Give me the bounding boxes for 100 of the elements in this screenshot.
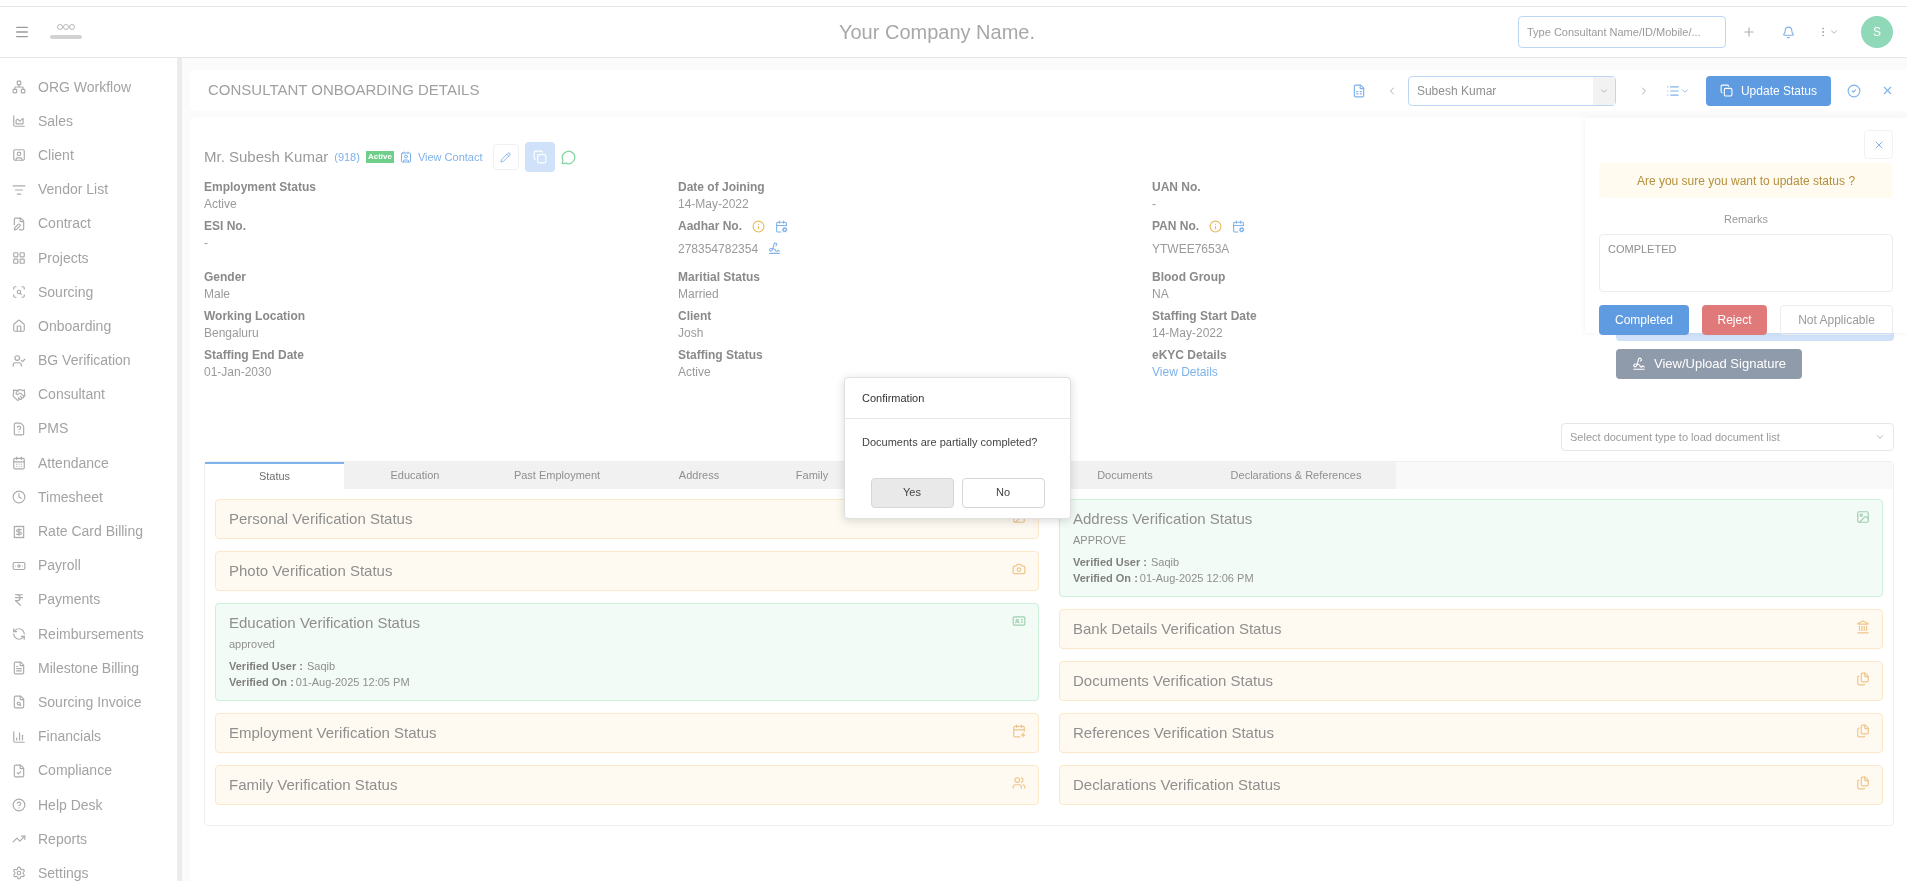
sidebar-item[interactable]: ORG Workflow: [12, 70, 177, 105]
add-icon[interactable]: [1742, 25, 1756, 39]
document-type-select[interactable]: Select document type to load document list: [1561, 423, 1894, 451]
spreadsheet-icon[interactable]: [1351, 83, 1366, 98]
sidebar-item[interactable]: Compliance: [12, 753, 177, 788]
menu-icon[interactable]: [14, 24, 30, 40]
field-label: Employment Status: [204, 179, 317, 196]
document-icon: [12, 661, 26, 676]
edit-button[interactable]: [492, 144, 519, 170]
sidebar-item[interactable]: Attendance: [12, 446, 177, 481]
info-icon[interactable]: [1209, 219, 1223, 233]
documents-icon: [1856, 723, 1870, 738]
sidebar-item[interactable]: Contract: [12, 206, 177, 241]
pencil-icon: [500, 151, 512, 163]
status-option-button[interactable]: Not Applicable: [1780, 304, 1893, 335]
consultant-select[interactable]: Subesh Kumar: [1407, 75, 1616, 106]
sidebar-item[interactable]: Rate Card Billing: [12, 514, 177, 549]
tab[interactable]: Education: [344, 462, 486, 489]
info-icon[interactable]: [752, 219, 765, 233]
card-title: Education Verification Status: [229, 613, 420, 633]
field-label: eKYC Details: [1152, 347, 1227, 364]
list-icon: [1665, 83, 1680, 98]
update-status-button[interactable]: Update Status: [1705, 75, 1831, 106]
field-value: YTWEE7653A: [1152, 240, 1230, 258]
tab[interactable]: Past Employment: [486, 462, 628, 489]
field-label: Blood Group: [1152, 269, 1226, 286]
calendar-icon: [1012, 723, 1026, 738]
sidebar-item[interactable]: Projects: [12, 240, 177, 276]
clock-icon: [12, 490, 26, 505]
verified-on-label: Verified On :: [229, 675, 294, 690]
sidebar-item[interactable]: Sourcing: [12, 275, 177, 310]
tab[interactable]: Status: [205, 462, 344, 489]
signature-icon: [1632, 357, 1646, 371]
sidebar-item[interactable]: Payments: [12, 582, 177, 617]
verified-user: Saqib: [307, 658, 336, 674]
sidebar-item[interactable]: Settings: [12, 856, 177, 881]
bar-chart-icon: [12, 729, 26, 744]
chat-icon[interactable]: [560, 149, 576, 165]
field-label: Maritial Status: [678, 269, 761, 286]
sidebar-item[interactable]: Payroll: [12, 548, 177, 583]
document-question-icon: [12, 421, 26, 436]
tab[interactable]: Address: [628, 462, 770, 489]
sidebar-item[interactable]: Sourcing Invoice: [12, 685, 177, 720]
sidebar-item[interactable]: Vendor List: [12, 172, 177, 207]
signature-icon[interactable]: [768, 242, 782, 255]
copy-button[interactable]: [524, 142, 555, 172]
field-value: Male: [204, 285, 230, 303]
field-value: 01-Jan-2030: [204, 363, 272, 381]
copy-icon: [532, 150, 547, 164]
sidebar-item[interactable]: Consultant: [12, 377, 177, 412]
field-label: Aadhar No.: [678, 218, 742, 235]
field-label: ESI No.: [204, 218, 246, 235]
tab[interactable]: Declarations & References: [1196, 462, 1396, 489]
settings-icon: [12, 866, 26, 881]
status-option-button[interactable]: Completed: [1599, 304, 1689, 335]
signature-button[interactable]: View/Upload Signature: [1616, 349, 1802, 379]
network-icon: [12, 80, 26, 95]
sidebar-item[interactable]: Milestone Billing: [12, 651, 177, 686]
field-label: Staffing Status: [678, 347, 763, 364]
list-icon: [12, 182, 26, 197]
company-name: Your Company Name.: [839, 20, 1035, 45]
search-field[interactable]: Type Consultant Name/ID/Mobile/...: [1518, 16, 1726, 48]
card-title: References Verification Status: [1073, 722, 1274, 743]
user-avatar[interactable]: S: [1861, 16, 1893, 48]
sidebar-item[interactable]: Client: [12, 138, 177, 173]
sidebar-item[interactable]: Onboarding: [12, 309, 177, 344]
verified-date: 01-Aug-2025 12:05 PM: [295, 675, 410, 690]
close-button[interactable]: [1864, 130, 1893, 159]
users-icon: [1012, 775, 1026, 790]
sidebar-item[interactable]: Help Desk: [12, 787, 177, 823]
sidebar-item[interactable]: Reimbursements: [12, 617, 177, 652]
close-icon[interactable]: [1881, 84, 1894, 97]
sidebar-item[interactable]: Timesheet: [12, 480, 177, 515]
confirmation-alert: Are you sure you want to update status ?: [1599, 163, 1893, 198]
contact-icon: [399, 151, 412, 163]
camera-icon: [1012, 562, 1026, 576]
remarks-label: Remarks: [1724, 212, 1768, 227]
card-title: Declarations Verification Status: [1073, 774, 1281, 795]
card-title: Photo Verification Status: [229, 561, 393, 581]
calendar-edit-icon[interactable]: [775, 219, 788, 233]
verified-on-label: Verified On :: [1073, 571, 1138, 586]
check-circle-icon[interactable]: [1847, 83, 1861, 98]
sidebar-item[interactable]: Sales: [12, 104, 177, 139]
view-details-link[interactable]: View Details: [1152, 362, 1218, 381]
remarks-field[interactable]: COMPLETED: [1599, 233, 1893, 292]
id-card-icon: [1012, 614, 1026, 628]
search-icon: [12, 285, 26, 300]
sidebar-item[interactable]: PMS: [12, 411, 177, 447]
dialog-button[interactable]: Yes: [870, 477, 954, 508]
view-contact-link[interactable]: View Contact: [417, 148, 483, 166]
sidebar-item[interactable]: BG Verification: [12, 343, 177, 378]
sidebar-item[interactable]: Financials: [12, 719, 177, 754]
status-option-button[interactable]: Reject: [1702, 304, 1767, 335]
list-menu[interactable]: [1665, 83, 1690, 98]
dialog-button[interactable]: No: [961, 477, 1045, 508]
field-label: UAN No.: [1152, 179, 1201, 196]
notification-icon[interactable]: [1782, 25, 1795, 39]
sidebar-item[interactable]: Reports: [12, 822, 177, 857]
consultant-name: Mr. Subesh Kumar: [204, 146, 329, 167]
calendar-edit-icon[interactable]: [1232, 219, 1246, 233]
